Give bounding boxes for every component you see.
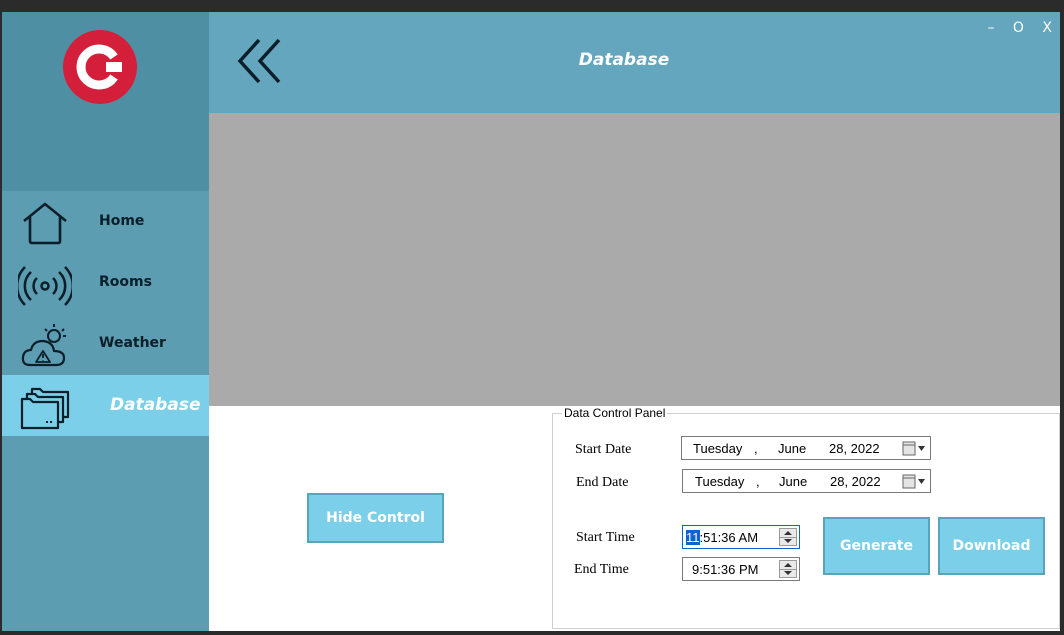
- spin-divider: [780, 569, 796, 570]
- time-value: 11:51:36 AM: [686, 530, 758, 545]
- wireless-signal-icon: [18, 266, 72, 306]
- spin-up-icon[interactable]: [784, 531, 792, 535]
- spin-down-icon[interactable]: [784, 539, 792, 543]
- time-rest: :51:36 AM: [699, 530, 759, 545]
- start-date-label: Start Date: [575, 442, 632, 457]
- panel-title: Data Control Panel: [562, 406, 668, 420]
- separator: ,: [754, 441, 758, 456]
- app-window: Home Rooms Weather Database Database – O…: [2, 12, 1060, 631]
- end-time-picker[interactable]: 9:51:36 PM: [682, 557, 800, 581]
- start-time-picker[interactable]: 11:51:36 AM: [682, 525, 800, 549]
- sidebar-item-label: Database: [110, 395, 201, 415]
- weather-alert-icon: [21, 324, 66, 367]
- sidebar-item-home[interactable]: Home: [2, 191, 209, 252]
- sidebar-item-label: Weather: [99, 335, 166, 351]
- hide-control-button[interactable]: Hide Control: [307, 493, 444, 543]
- weekday: Tuesday: [693, 441, 743, 456]
- logo-area: [2, 12, 209, 191]
- separator: ,: [756, 474, 760, 489]
- chart-display-area: [209, 113, 1060, 406]
- time-spinner[interactable]: [779, 528, 797, 546]
- end-time-label: End Time: [574, 562, 629, 577]
- month: June: [779, 474, 808, 489]
- day-year: 28, 2022: [830, 474, 881, 489]
- app-logo: [63, 30, 137, 104]
- minimize-button[interactable]: –: [987, 20, 994, 36]
- month: June: [778, 441, 807, 456]
- header-bar: Database – O X: [209, 12, 1060, 113]
- weekday: Tuesday: [695, 474, 745, 489]
- start-date-picker[interactable]: Tuesday , June 28, 2022: [681, 436, 931, 460]
- sidebar-item-database[interactable]: Database: [2, 375, 209, 436]
- sidebar: Home Rooms Weather Database: [2, 12, 209, 631]
- calendar-dropdown-icon[interactable]: [902, 441, 926, 456]
- data-control-panel: Data Control Panel Start Date Tuesday , …: [552, 406, 1060, 629]
- folders-icon: [20, 387, 70, 430]
- home-icon: [23, 202, 67, 245]
- spin-up-icon[interactable]: [784, 563, 792, 567]
- download-button[interactable]: Download: [938, 517, 1045, 575]
- sidebar-item-weather[interactable]: Weather: [2, 313, 209, 374]
- spin-down-icon[interactable]: [784, 571, 792, 575]
- close-button[interactable]: X: [1042, 20, 1052, 36]
- time-spinner[interactable]: [779, 560, 797, 578]
- sidebar-item-rooms[interactable]: Rooms: [2, 252, 209, 313]
- start-time-label: Start Time: [576, 530, 635, 545]
- calendar-dropdown-icon[interactable]: [902, 474, 926, 489]
- sidebar-item-label: Rooms: [99, 274, 152, 290]
- end-date-label: End Date: [576, 475, 629, 490]
- generate-button[interactable]: Generate: [823, 517, 930, 575]
- sidebar-item-label: Home: [99, 213, 145, 229]
- hour-selected: 11: [686, 530, 700, 545]
- control-area: Hide Control Data Control Panel Start Da…: [209, 406, 1060, 631]
- window-controls: – O X: [973, 20, 1052, 36]
- end-date-picker[interactable]: Tuesday , June 28, 2022: [682, 469, 931, 493]
- maximize-button[interactable]: O: [1013, 20, 1024, 36]
- day-year: 28, 2022: [829, 441, 880, 456]
- spin-divider: [780, 537, 796, 538]
- time-value: 9:51:36 PM: [692, 562, 759, 577]
- page-title: Database: [578, 50, 670, 70]
